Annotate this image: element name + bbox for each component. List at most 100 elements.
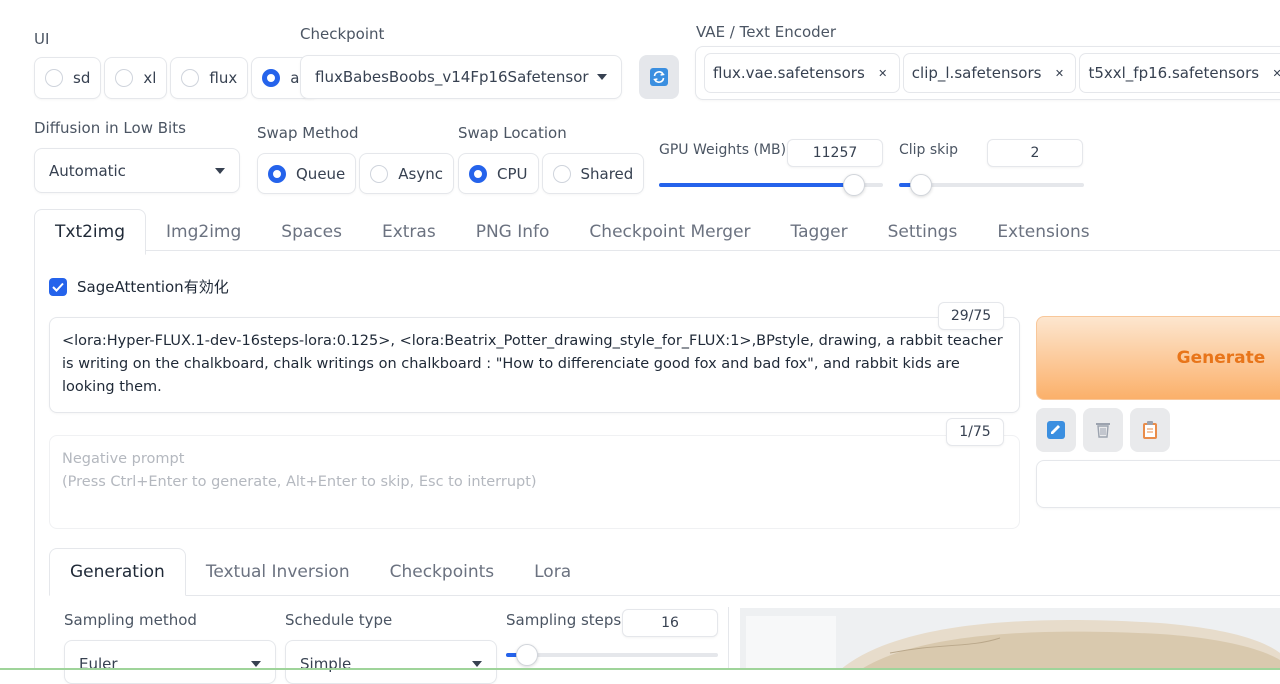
chevron-down-icon <box>251 661 261 667</box>
negative-token-counter: 1/75 <box>946 418 1004 446</box>
slider-thumb[interactable] <box>910 174 933 196</box>
pencil-check-icon <box>1047 421 1065 439</box>
radio-indicator-selected <box>262 69 281 87</box>
diffusion-value: Automatic <box>49 161 126 180</box>
swap-location-cpu[interactable]: CPU <box>458 153 539 194</box>
tab-settings[interactable]: Settings <box>868 209 978 255</box>
subtab-textual-inversion[interactable]: Textual Inversion <box>186 548 370 596</box>
vae-chip-label: t5xxl_fp16.safetensors <box>1088 64 1260 82</box>
tab-extensions[interactable]: Extensions <box>977 209 1109 255</box>
vae-chip: clip_l.safetensors ✕ <box>902 53 1077 93</box>
diffusion-label: Diffusion in Low Bits <box>34 119 186 137</box>
swap-method-label: Swap Method <box>257 124 359 142</box>
tab-img2img[interactable]: Img2img <box>146 209 261 255</box>
vae-chip-label: flux.vae.safetensors <box>713 64 865 82</box>
panel-border-left <box>34 250 35 670</box>
chevron-down-icon <box>597 74 607 80</box>
ui-option-xl[interactable]: xl <box>104 57 168 99</box>
swap-method-radio-group: Queue Async <box>257 153 454 194</box>
checkpoint-dropdown[interactable]: fluxBabesBoobs_v14Fp16Safetensors.safete… <box>300 55 622 99</box>
vae-chip-label: clip_l.safetensors <box>911 64 1042 82</box>
ui-option-label: flux <box>209 69 238 87</box>
schedule-type-dropdown[interactable]: Simple <box>285 640 497 684</box>
swap-location-option-label: CPU <box>497 164 528 183</box>
radio-indicator <box>45 69 63 87</box>
subtab-checkpoints[interactable]: Checkpoints <box>370 548 515 596</box>
clip-skip-input[interactable]: 2 <box>987 139 1083 167</box>
radio-indicator <box>115 69 134 87</box>
swap-location-radio-group: CPU Shared <box>458 153 645 194</box>
swap-method-async[interactable]: Async <box>359 153 454 194</box>
prompt-text: <lora:Hyper-FLUX.1-dev-16steps-lora:0.12… <box>62 333 1003 395</box>
sampling-method-label: Sampling method <box>64 611 197 629</box>
vae-chip: t5xxl_fp16.safetensors ✕ <box>1079 53 1280 93</box>
vae-chip: flux.vae.safetensors ✕ <box>704 53 900 93</box>
negative-prompt-textarea[interactable]: Negative prompt (Press Ctrl+Enter to gen… <box>49 435 1020 529</box>
sampling-method-dropdown[interactable]: Euler <box>64 640 276 684</box>
swap-location-option-label: Shared <box>580 164 634 183</box>
styles-dropdown[interactable] <box>1036 460 1280 508</box>
swap-location-shared[interactable]: Shared <box>541 153 645 194</box>
radio-indicator-selected <box>469 164 487 183</box>
sub-tab-bar: Generation Textual Inversion Checkpoints… <box>49 548 591 596</box>
sage-attention-toggle[interactable]: SageAttention有効化 <box>49 276 229 297</box>
radio-indicator <box>370 164 389 183</box>
ui-label: UI <box>34 30 50 48</box>
sampling-steps-input[interactable]: 16 <box>622 609 718 637</box>
vae-multiselect[interactable]: flux.vae.safetensors ✕ clip_l.safetensors… <box>695 46 1280 100</box>
radio-indicator <box>181 69 200 87</box>
close-icon[interactable]: ✕ <box>1051 65 1067 81</box>
swap-method-queue[interactable]: Queue <box>257 153 357 194</box>
sampling-steps-slider[interactable] <box>506 644 718 666</box>
main-tab-bar: Txt2img Img2img Spaces Extras PNG Info C… <box>34 209 1110 255</box>
column-divider <box>728 607 729 670</box>
ui-option-sd[interactable]: sd <box>34 57 102 99</box>
image-preview <box>740 608 1280 670</box>
vae-label: VAE / Text Encoder <box>696 23 837 41</box>
refresh-checkpoint-button[interactable] <box>639 55 679 99</box>
diffusion-dropdown[interactable]: Automatic <box>34 148 240 193</box>
ui-radio-group: sd xl flux all <box>34 57 319 99</box>
prompt-token-counter: 29/75 <box>938 302 1004 330</box>
preview-image <box>740 608 1280 670</box>
schedule-type-value: Simple <box>300 655 352 673</box>
swap-method-option-label: Async <box>398 164 443 183</box>
swap-location-label: Swap Location <box>458 124 567 142</box>
apply-styles-button[interactable] <box>1036 408 1076 452</box>
tab-checkpoint-merger[interactable]: Checkpoint Merger <box>569 209 770 255</box>
tab-png-info[interactable]: PNG Info <box>456 209 570 255</box>
swap-method-option-label: Queue <box>296 164 346 183</box>
clip-skip-label: Clip skip <box>899 142 959 158</box>
slider-fill <box>659 183 854 187</box>
clip-skip-slider[interactable] <box>899 174 1084 196</box>
chevron-down-icon <box>215 167 225 174</box>
gpu-weights-input[interactable]: 11257 <box>787 139 883 167</box>
tab-txt2img[interactable]: Txt2img <box>34 209 147 255</box>
subtab-lora[interactable]: Lora <box>514 548 591 596</box>
sampling-steps-label: Sampling steps <box>506 611 622 629</box>
subtab-generation[interactable]: Generation <box>49 548 186 596</box>
clear-prompt-button[interactable] <box>1083 408 1123 452</box>
prompt-textarea[interactable]: <lora:Hyper-FLUX.1-dev-16steps-lora:0.12… <box>49 317 1020 413</box>
generate-label: Generate <box>1176 348 1266 368</box>
paste-button[interactable] <box>1130 408 1170 452</box>
trash-icon <box>1096 423 1110 438</box>
slider-thumb[interactable] <box>842 174 865 196</box>
checkpoint-label: Checkpoint <box>300 25 385 43</box>
ui-option-label: sd <box>73 69 91 87</box>
generate-button[interactable]: Generate <box>1036 316 1280 400</box>
radio-indicator-selected <box>268 164 286 183</box>
close-icon[interactable]: ✕ <box>1269 65 1280 81</box>
close-icon[interactable]: ✕ <box>875 65 891 81</box>
tab-tagger[interactable]: Tagger <box>771 209 868 255</box>
tab-extras[interactable]: Extras <box>362 209 456 255</box>
refresh-icon <box>650 68 668 86</box>
clipboard-icon <box>1143 421 1157 439</box>
gpu-weights-slider[interactable] <box>659 174 883 196</box>
slider-thumb[interactable] <box>516 644 539 666</box>
checkbox-checked-icon <box>49 277 67 296</box>
negative-prompt-placeholder: Negative prompt (Press Ctrl+Enter to gen… <box>62 451 537 490</box>
schedule-type-label: Schedule type <box>285 611 393 629</box>
tab-spaces[interactable]: Spaces <box>261 209 362 255</box>
ui-option-flux[interactable]: flux <box>170 57 249 99</box>
